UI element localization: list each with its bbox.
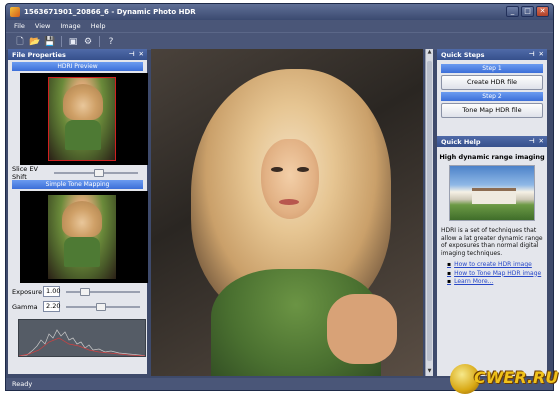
menu-image[interactable]: Image	[60, 22, 80, 30]
quick-help-text: HDRI is a set of techniques that allow a…	[441, 227, 543, 257]
menu-help[interactable]: Help	[91, 22, 106, 30]
panel-title: File Properties	[12, 50, 66, 59]
quick-steps-body: Step 1 Create HDR file Step 2 Tone Map H…	[437, 60, 547, 136]
slice-ev-row: Slice EV Shift	[8, 164, 147, 181]
panel-header: File Properties ⊣ ✕	[8, 49, 147, 60]
exposure-row: Exposure 1.00	[8, 285, 147, 298]
open-icon[interactable]: 📂	[29, 36, 41, 48]
photo-eye-left	[271, 167, 283, 172]
exposure-label: Exposure	[12, 287, 43, 296]
image-canvas[interactable]	[151, 49, 423, 376]
title-bar[interactable]: 1563671901_20866_6 - Dynamic Photo HDR _…	[6, 4, 553, 20]
pin-icon[interactable]: ⊣	[529, 137, 535, 145]
quick-help-heading: High dynamic range imaging	[439, 153, 545, 161]
maximize-button[interactable]: □	[521, 6, 534, 17]
tone-map-hdr-button[interactable]: Tone Map HDR file	[441, 103, 543, 118]
hdri-preview-header: HDRI Preview	[12, 62, 143, 71]
scroll-up-icon[interactable]: ▲	[426, 49, 433, 57]
pin-icon[interactable]: ⊣	[529, 50, 535, 58]
close-icon[interactable]: ✕	[139, 50, 144, 58]
save-icon[interactable]: 💾	[44, 36, 56, 48]
app-logo-icon	[10, 7, 20, 17]
scroll-down-icon[interactable]: ▼	[426, 368, 433, 376]
photo-lips	[279, 199, 299, 205]
slider-knob[interactable]	[96, 302, 106, 311]
step-1-label: Step 1	[441, 64, 543, 73]
example-house	[472, 188, 516, 204]
hdr-example-image	[449, 165, 535, 221]
menu-bar: File View Image Help	[6, 20, 553, 32]
gamma-slider[interactable]	[66, 302, 140, 311]
gamma-label: Gamma	[12, 302, 38, 311]
close-button[interactable]: ✕	[536, 6, 549, 17]
tone-photo	[48, 195, 116, 279]
create-hdr-button[interactable]: Create HDR file	[441, 75, 543, 90]
close-icon[interactable]: ✕	[539, 50, 544, 58]
minimize-button[interactable]: _	[506, 6, 519, 17]
link-tone-map-hdr[interactable]: How to Tone Map HDR image	[447, 270, 543, 279]
slider-knob[interactable]	[94, 168, 104, 177]
help-links: How to create HDR image How to Tone Map …	[447, 261, 543, 287]
menu-view[interactable]: View	[35, 22, 50, 30]
gamma-input[interactable]: 2.20	[43, 301, 60, 312]
toolbar-separator	[61, 36, 62, 47]
preview-body	[65, 120, 101, 150]
pin-icon[interactable]: ⊣	[129, 50, 135, 58]
watermark-logo: CWER.RU	[450, 360, 559, 398]
photo-face	[261, 139, 319, 219]
scroll-thumb[interactable]	[427, 61, 432, 361]
file-properties-panel: File Properties ⊣ ✕ HDRI Preview Slice E…	[8, 49, 148, 374]
preview-photo	[48, 77, 116, 161]
link-create-hdr[interactable]: How to create HDR image	[447, 261, 543, 270]
hdri-preview-image	[20, 73, 148, 165]
histogram	[18, 319, 146, 357]
tone-hair	[62, 201, 102, 237]
window-title: 1563671901_20866_6 - Dynamic Photo HDR	[24, 8, 196, 16]
toolbar-separator	[99, 36, 100, 47]
quick-steps-header: Quick Steps ⊣ ✕	[437, 49, 547, 60]
watermark-text: CWER.RU	[474, 368, 559, 387]
preview-hair	[63, 84, 103, 120]
vertical-scrollbar[interactable]: ▲ ▼	[425, 49, 433, 376]
close-icon[interactable]: ✕	[539, 137, 544, 145]
help-icon[interactable]: ?	[105, 36, 117, 48]
toolbar: 🗋 📂 💾 ▣ ⚙ ?	[6, 32, 553, 50]
histogram-graph	[19, 329, 145, 356]
step-2-label: Step 2	[441, 92, 543, 101]
slider-knob[interactable]	[80, 287, 90, 296]
settings-icon[interactable]: ⚙	[82, 36, 94, 48]
quick-help-title: Quick Help	[441, 137, 481, 146]
gamma-row: Gamma 2.20	[8, 300, 147, 313]
photo-arm	[327, 294, 397, 364]
tone-body	[64, 237, 100, 267]
new-icon[interactable]: 🗋	[14, 36, 26, 48]
exposure-slider[interactable]	[66, 287, 140, 296]
photo-eye-right	[297, 167, 309, 172]
right-side-panel: Quick Steps ⊣ ✕ Step 1 Create HDR file S…	[437, 49, 547, 376]
exposure-input[interactable]: 1.00	[43, 286, 60, 297]
link-learn-more[interactable]: Learn More...	[447, 278, 543, 287]
tone-mapping-preview-image	[20, 191, 148, 283]
image-icon[interactable]: ▣	[67, 36, 79, 48]
simple-tone-mapping-header: Simple Tone Mapping	[12, 180, 143, 189]
slice-ev-label: Slice EV Shift	[12, 164, 38, 181]
quick-help-header: Quick Help ⊣ ✕	[437, 136, 547, 147]
menu-file[interactable]: File	[14, 22, 25, 30]
quick-steps-title: Quick Steps	[441, 50, 485, 59]
slice-ev-slider[interactable]	[54, 168, 138, 177]
